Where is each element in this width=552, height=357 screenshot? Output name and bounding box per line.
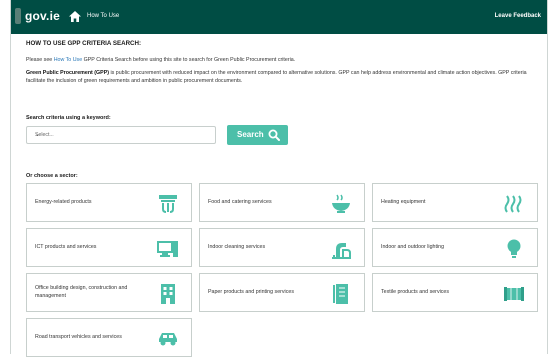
ict-icon	[157, 241, 178, 257]
sector-card-label: ICT products and services	[35, 243, 97, 250]
car-icon	[159, 333, 177, 346]
sector-card-label: Paper products and printing services	[208, 288, 294, 295]
search-button[interactable]: Search	[227, 125, 288, 145]
sector-card-label: Indoor and outdoor lighting	[381, 243, 445, 250]
chevron-down-icon: ⌄	[35, 132, 41, 138]
sector-card-cleaning[interactable]: Indoor cleaning services	[199, 228, 365, 267]
keyword-select[interactable]: Select... ⌄	[26, 126, 216, 144]
intro-prefix: Please see	[26, 57, 54, 63]
gpp-term: Green Public Procurement (GPP)	[26, 70, 110, 76]
brand-logo[interactable]: gov.ie	[25, 9, 60, 23]
home-icon[interactable]	[68, 10, 82, 23]
page-title: HOW TO USE GPP CRITERIA SEARCH:	[26, 40, 142, 47]
intro-paragraph: Please see How To Use GPP Criteria Searc…	[26, 57, 295, 63]
sector-card-lighting[interactable]: Indoor and outdoor lighting	[372, 228, 538, 267]
search-label: Search criteria using a keyword:	[26, 115, 111, 121]
cleaning-icon	[332, 243, 351, 259]
sector-card-energy[interactable]: Energy-related products	[26, 183, 192, 222]
sector-card-paper[interactable]: Paper products and printing services	[199, 273, 365, 312]
sector-card-label: Food and catering services	[208, 198, 272, 205]
food-catering-icon	[332, 194, 350, 213]
heating-icon	[504, 195, 522, 213]
how-to-use-link[interactable]: How To Use	[54, 57, 82, 63]
sector-card-label: Office building design, construction and…	[35, 285, 128, 299]
paper-icon	[333, 284, 348, 304]
search-icon	[268, 129, 280, 141]
sector-card-label: Heating equipment	[381, 198, 426, 205]
sector-label: Or choose a sector:	[26, 173, 78, 179]
sector-card-food[interactable]: Food and catering services	[199, 183, 365, 222]
gpp-description: Green Public Procurement (GPP) is public…	[26, 69, 546, 85]
page-frame: gov.ie How To Use Leave Feedback HOW TO …	[10, 0, 548, 357]
sector-card-label: Indoor cleaning services	[208, 243, 266, 250]
intro-suffix: GPP Criteria Search before using this si…	[82, 57, 296, 63]
sector-card-label: Energy-related products	[35, 198, 92, 205]
sector-card-office-building[interactable]: Office building design, construction and…	[26, 273, 192, 312]
sector-card-ict[interactable]: ICT products and services	[26, 228, 192, 267]
sector-card-label: Road transport vehicles and services	[35, 333, 122, 340]
sector-card-label: Textile products and services	[381, 288, 450, 295]
office-building-icon	[161, 284, 175, 304]
energy-products-icon	[159, 195, 177, 213]
leave-feedback-link[interactable]: Leave Feedback	[495, 13, 541, 19]
sector-card-heating[interactable]: Heating equipment	[372, 183, 538, 222]
nav-how-to-use[interactable]: How To Use	[87, 13, 119, 19]
textile-icon	[504, 287, 524, 301]
sector-card-textile[interactable]: Textile products and services	[372, 273, 538, 312]
sector-card-road-transport[interactable]: Road transport vehicles and services	[26, 318, 192, 357]
top-bar: gov.ie How To Use Leave Feedback	[11, 0, 547, 34]
lightbulb-icon	[507, 239, 521, 258]
harp-logo-icon	[15, 8, 21, 24]
main-content: HOW TO USE GPP CRITERIA SEARCH: Please s…	[26, 40, 538, 357]
search-button-label: Search	[237, 130, 264, 139]
